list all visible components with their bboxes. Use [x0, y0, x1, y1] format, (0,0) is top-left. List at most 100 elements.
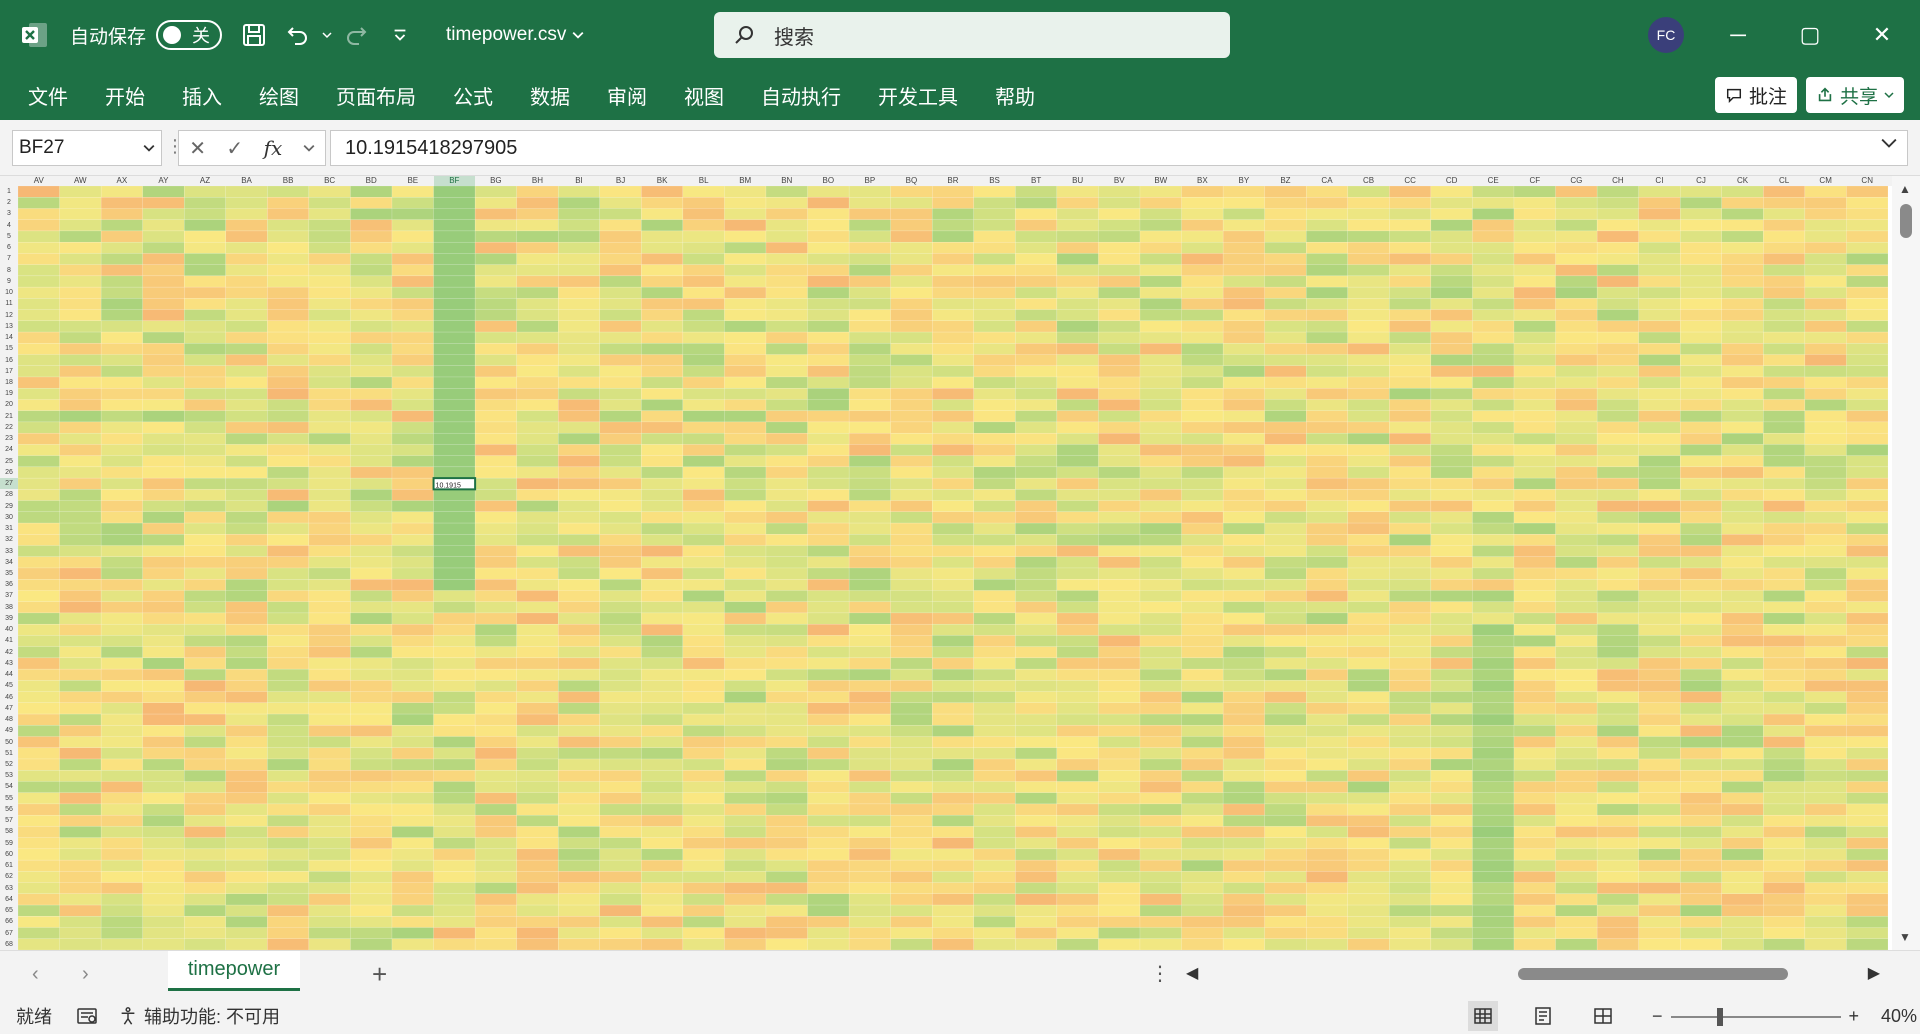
cell[interactable]	[1389, 230, 1432, 243]
cell[interactable]	[932, 186, 974, 198]
row-header[interactable]: 46	[0, 692, 18, 703]
cell[interactable]	[225, 477, 268, 490]
cell[interactable]	[1596, 556, 1639, 569]
cell[interactable]	[1139, 657, 1182, 670]
cell[interactable]	[267, 668, 310, 681]
cell[interactable]	[558, 286, 600, 299]
cell[interactable]	[1264, 320, 1307, 333]
cell[interactable]	[641, 601, 684, 614]
cell[interactable]	[18, 916, 60, 928]
cell[interactable]	[1222, 758, 1265, 771]
cell[interactable]	[1430, 545, 1473, 557]
cell[interactable]	[599, 534, 642, 546]
cell[interactable]	[1804, 545, 1847, 557]
cell[interactable]	[1472, 230, 1515, 243]
cell[interactable]	[1181, 376, 1224, 389]
cell[interactable]	[1721, 837, 1764, 850]
cell[interactable]	[18, 365, 60, 378]
cell[interactable]	[558, 253, 600, 265]
cell[interactable]	[1804, 331, 1847, 344]
cell[interactable]	[1389, 646, 1432, 659]
cell[interactable]	[599, 725, 642, 737]
cell[interactable]	[973, 781, 1016, 793]
cell[interactable]	[433, 241, 476, 254]
cell[interactable]	[142, 713, 185, 726]
cell[interactable]	[1638, 197, 1681, 209]
cell[interactable]	[1139, 354, 1182, 366]
cell[interactable]	[682, 612, 725, 625]
cell[interactable]	[184, 623, 226, 636]
cell[interactable]	[1264, 859, 1307, 872]
cell[interactable]	[1513, 826, 1556, 838]
cell[interactable]	[1804, 747, 1847, 760]
cell[interactable]	[1555, 657, 1598, 670]
cell[interactable]	[1347, 601, 1390, 614]
cell[interactable]	[100, 298, 143, 310]
cell[interactable]	[100, 725, 143, 737]
cell[interactable]	[1680, 466, 1722, 479]
cell[interactable]	[682, 814, 725, 827]
cell[interactable]	[1015, 264, 1058, 277]
cell[interactable]	[1763, 466, 1806, 479]
cell[interactable]	[391, 298, 434, 310]
cell[interactable]	[765, 590, 808, 602]
cell[interactable]	[225, 455, 268, 468]
cell[interactable]	[516, 500, 559, 513]
cell[interactable]	[1763, 197, 1806, 209]
cell[interactable]	[848, 904, 891, 917]
cell[interactable]	[599, 186, 642, 198]
column-header-bp[interactable]: BP	[849, 176, 891, 186]
cell[interactable]	[1472, 399, 1515, 411]
cell[interactable]	[932, 354, 974, 366]
cell[interactable]	[765, 208, 808, 220]
cell[interactable]	[848, 421, 891, 434]
cell[interactable]	[973, 601, 1016, 614]
cell[interactable]	[724, 680, 767, 692]
cell[interactable]	[1056, 826, 1099, 838]
cell[interactable]	[1347, 298, 1390, 310]
cell[interactable]	[1472, 646, 1515, 659]
cell[interactable]	[1015, 320, 1058, 333]
cell[interactable]	[1181, 444, 1224, 456]
cell[interactable]	[474, 365, 517, 378]
column-header-bh[interactable]: BH	[517, 176, 559, 186]
cell[interactable]	[308, 230, 351, 243]
cell[interactable]	[350, 331, 393, 344]
cell[interactable]	[267, 545, 310, 557]
cell[interactable]	[1763, 770, 1806, 782]
cell[interactable]	[59, 253, 102, 265]
cell[interactable]	[1347, 219, 1390, 232]
cell[interactable]	[1430, 298, 1473, 310]
cell[interactable]	[890, 444, 933, 456]
row-header[interactable]: 29	[0, 501, 18, 512]
cell[interactable]	[1596, 826, 1639, 838]
cell[interactable]	[599, 455, 642, 468]
cell[interactable]	[1804, 646, 1847, 659]
cell[interactable]	[558, 432, 600, 445]
cell[interactable]	[1430, 646, 1473, 659]
cell[interactable]	[474, 668, 517, 681]
cell[interactable]	[1347, 848, 1390, 861]
cell[interactable]	[1846, 668, 1888, 681]
cell[interactable]	[1056, 432, 1099, 445]
cell[interactable]	[1596, 803, 1639, 816]
cell[interactable]	[1513, 938, 1556, 950]
cell[interactable]	[1306, 635, 1348, 647]
cell[interactable]	[1430, 938, 1473, 950]
cell[interactable]	[973, 579, 1016, 591]
cell[interactable]	[391, 376, 434, 389]
cell[interactable]	[1389, 455, 1432, 468]
cell[interactable]	[1306, 298, 1348, 310]
cell[interactable]	[641, 758, 684, 771]
cell[interactable]	[18, 635, 60, 647]
cell[interactable]	[1555, 691, 1598, 704]
cell[interactable]	[848, 623, 891, 636]
cell[interactable]	[1680, 736, 1722, 748]
cell[interactable]	[848, 691, 891, 704]
cell[interactable]	[184, 736, 226, 748]
cell[interactable]	[308, 668, 351, 681]
cell[interactable]	[890, 320, 933, 333]
cell[interactable]	[1513, 590, 1556, 602]
cell[interactable]	[184, 208, 226, 220]
row-header[interactable]: 33	[0, 546, 18, 557]
